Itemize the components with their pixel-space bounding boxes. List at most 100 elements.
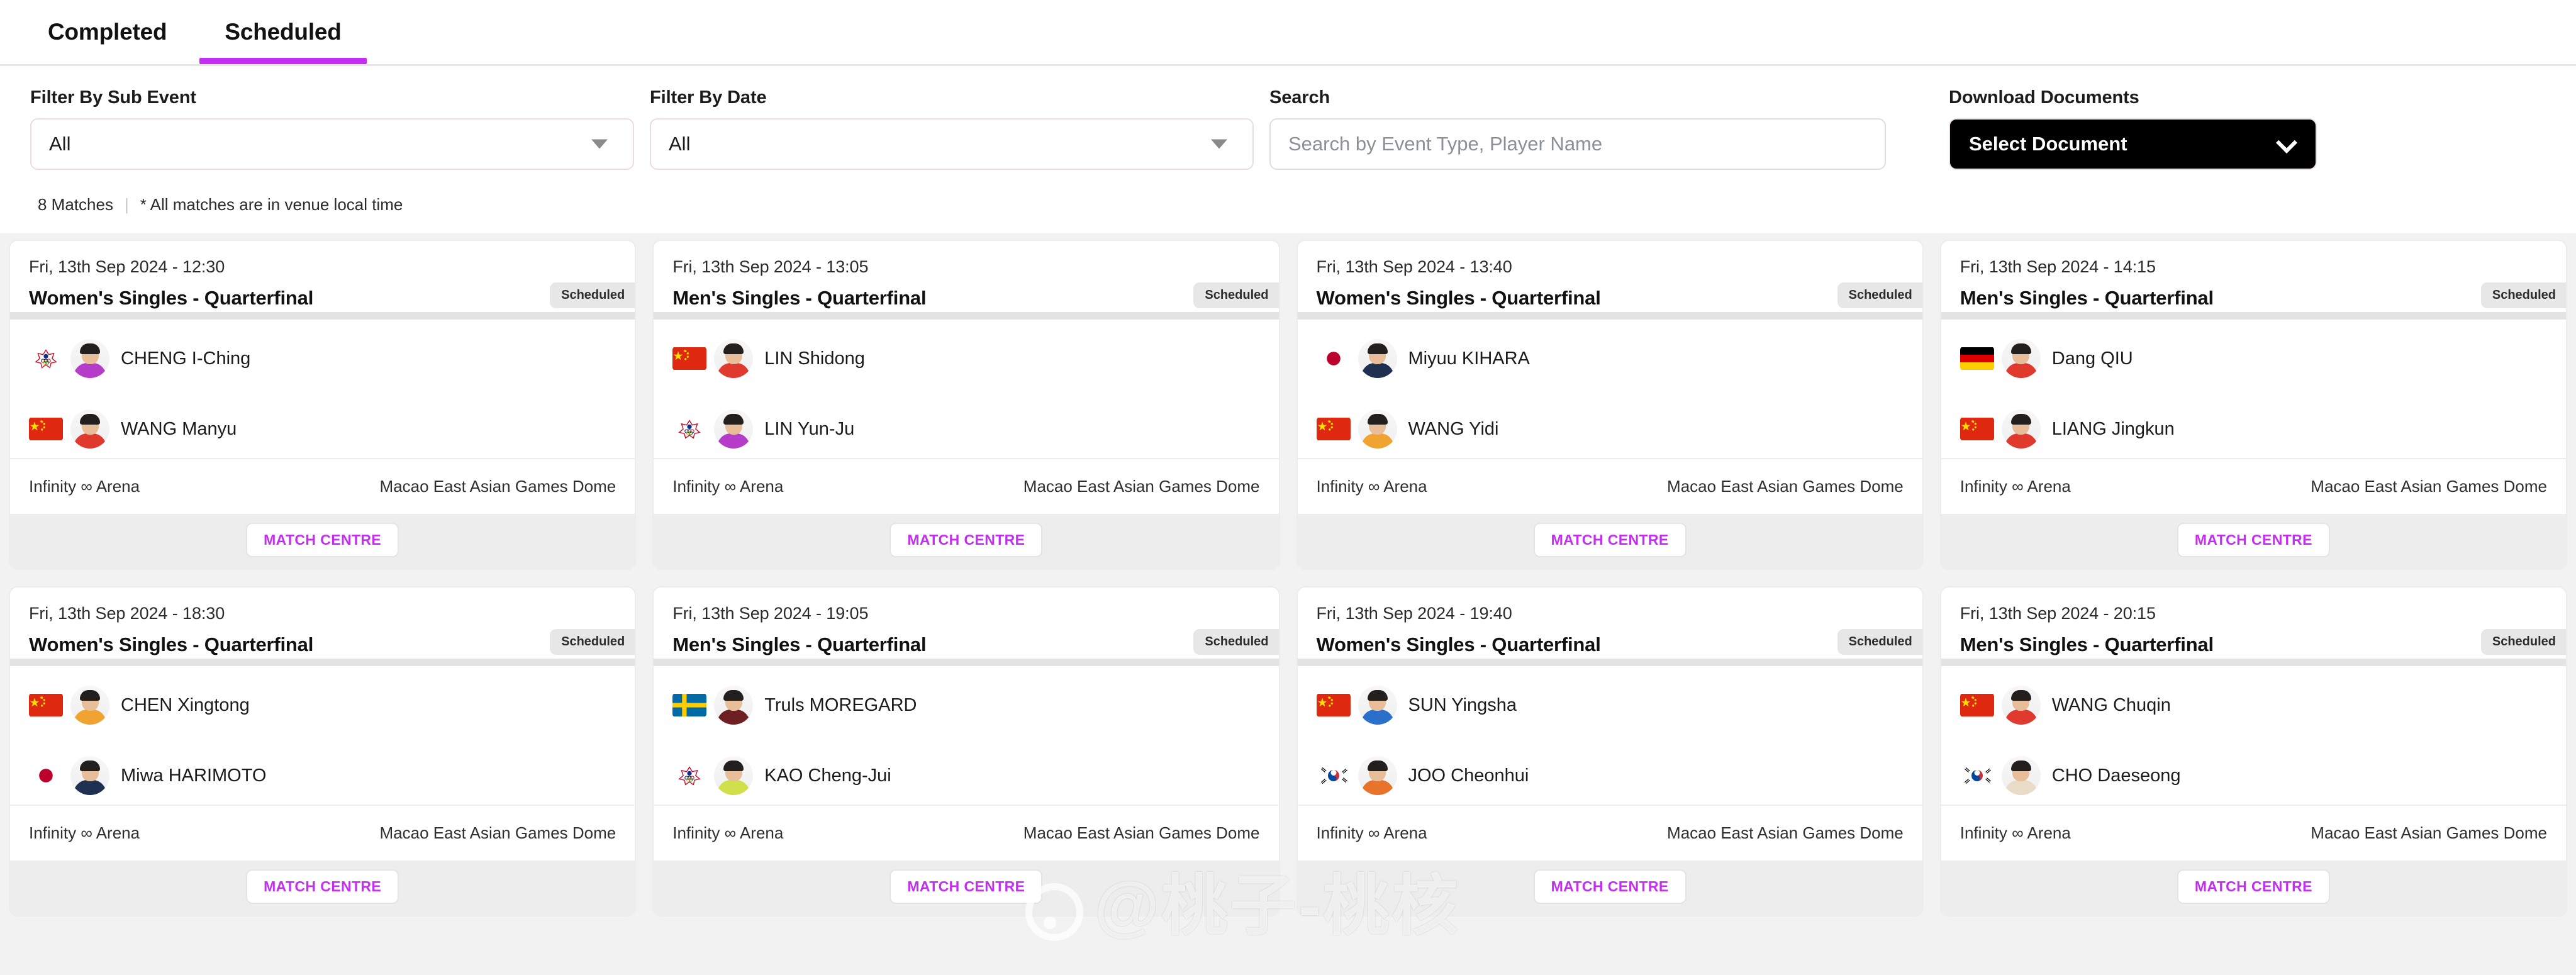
tab-scheduled-underline [199, 58, 367, 64]
match-centre-button[interactable]: MATCH CENTRE [246, 523, 399, 557]
flag-icon [1960, 347, 1994, 370]
court-name: Infinity ∞ Arena [1316, 477, 1427, 496]
player-row: Miwa HARIMOTO [29, 753, 616, 798]
match-centre-button[interactable]: MATCH CENTRE [2177, 869, 2330, 904]
filter-date-value: All [669, 133, 691, 155]
player-name: KAO Cheng-Jui [764, 765, 891, 786]
card-footer: MATCH CENTRE [1941, 861, 2566, 915]
match-centre-button[interactable]: MATCH CENTRE [1533, 523, 1687, 557]
match-card[interactable]: Fri, 13th Sep 2024 - 13:40 Women's Single… [1296, 240, 1924, 570]
match-centre-button[interactable]: MATCH CENTRE [246, 869, 399, 904]
tab-scheduled[interactable]: Scheduled [196, 0, 370, 64]
select-document-button[interactable]: Select Document [1949, 118, 2317, 170]
venue-row: Infinity ∞ Arena Macao East Asian Games D… [10, 806, 635, 861]
players-list: Truls MOREGARD KAO Cheng-Jui [654, 666, 1279, 806]
match-title: Women's Singles - Quarterfinal [1316, 287, 1601, 309]
header-divider-strip [1941, 312, 2566, 320]
player-name: LIN Yun-Ju [764, 418, 855, 439]
match-count: 8 Matches [38, 195, 113, 214]
player-row: SUN Yingsha [1316, 682, 1904, 728]
card-header: Fri, 13th Sep 2024 - 19:05 Men's Singles … [654, 588, 1279, 659]
venue-row: Infinity ∞ Arena Macao East Asian Games D… [1297, 459, 1922, 514]
venue-name: Macao East Asian Games Dome [379, 823, 616, 842]
tab-completed-label: Completed [48, 19, 167, 45]
status-badge: Scheduled [2480, 629, 2566, 655]
header-divider-strip [10, 659, 635, 666]
search-label: Search [1269, 87, 1330, 108]
download-documents-label: Download Documents [1949, 87, 2139, 108]
player-name: CHEN Xingtong [121, 694, 250, 715]
search-input[interactable] [1288, 133, 1867, 155]
download-documents-group: Download Documents Select Document [1949, 87, 2326, 170]
player-avatar [714, 339, 754, 378]
player-avatar [1358, 410, 1397, 448]
match-datetime: Fri, 13th Sep 2024 - 13:05 [672, 257, 869, 276]
meta-divider: | [124, 195, 129, 214]
search-box[interactable] [1269, 118, 1886, 170]
flag-icon [1960, 417, 1994, 441]
match-card[interactable]: Fri, 13th Sep 2024 - 19:05 Men's Singles … [652, 586, 1280, 916]
local-time-note: * All matches are in venue local time [140, 195, 403, 214]
player-name: CHENG I-Ching [121, 348, 251, 369]
player-row: LIN Shidong [672, 336, 1259, 381]
match-card[interactable]: Fri, 13th Sep 2024 - 19:40 Women's Single… [1296, 586, 1924, 916]
player-row: WANG Yidi [1316, 406, 1904, 452]
player-name: Truls MOREGARD [764, 694, 917, 715]
players-list: CHEN Xingtong Miwa HARIMOTO [10, 666, 635, 806]
venue-name: Macao East Asian Games Dome [379, 477, 616, 496]
card-header: Fri, 13th Sep 2024 - 13:05 Men's Singles … [654, 241, 1279, 313]
match-title: Women's Singles - Quarterfinal [29, 633, 314, 655]
card-footer: MATCH CENTRE [1941, 514, 2566, 569]
venue-name: Macao East Asian Games Dome [2311, 477, 2547, 496]
match-centre-button[interactable]: MATCH CENTRE [889, 523, 1043, 557]
filter-date-group: Filter By Date All [650, 87, 1269, 170]
select-document-value: Select Document [1969, 133, 2127, 155]
flag-icon [672, 764, 707, 788]
flag-icon [672, 347, 707, 370]
player-row: Dang QIU [1960, 336, 2547, 381]
status-badge: Scheduled [1837, 629, 1922, 655]
match-card[interactable]: Fri, 13th Sep 2024 - 12:30 Women's Single… [9, 240, 637, 570]
match-count-bar: 8 Matches | * All matches are in venue l… [0, 170, 2576, 233]
chevron-down-icon [1211, 139, 1227, 149]
player-name: WANG Manyu [121, 418, 237, 439]
match-centre-button[interactable]: MATCH CENTRE [889, 869, 1043, 904]
flag-icon [1316, 347, 1351, 370]
match-centre-button[interactable]: MATCH CENTRE [1533, 869, 1687, 904]
venue-name: Macao East Asian Games Dome [2311, 823, 2547, 842]
header-divider-strip [1297, 659, 1922, 666]
venue-name: Macao East Asian Games Dome [1667, 477, 1904, 496]
tab-bar: Completed Scheduled [0, 0, 2576, 66]
card-footer: MATCH CENTRE [1297, 861, 1922, 915]
match-card[interactable]: Fri, 13th Sep 2024 - 18:30 Women's Single… [9, 586, 637, 916]
match-card[interactable]: Fri, 13th Sep 2024 - 20:15 Men's Singles … [1939, 586, 2567, 916]
status-badge: Scheduled [1193, 629, 1279, 655]
player-row: LIANG Jingkun [1960, 406, 2547, 452]
player-avatar [2001, 339, 2041, 378]
match-centre-button[interactable]: MATCH CENTRE [2177, 523, 2330, 557]
status-badge: Scheduled [1837, 282, 1922, 309]
filter-sub-event-select[interactable]: All [30, 118, 634, 170]
card-footer: MATCH CENTRE [10, 861, 635, 915]
players-list: SUN Yingsha JOO Cheonhui [1297, 666, 1922, 806]
card-header: Fri, 13th Sep 2024 - 18:30 Women's Single… [10, 588, 635, 659]
player-name: Miwa HARIMOTO [121, 765, 267, 786]
filter-sub-event-value: All [49, 133, 71, 155]
chevron-down-icon [591, 139, 608, 149]
match-datetime: Fri, 13th Sep 2024 - 14:15 [1960, 257, 2156, 276]
player-row: CHEN Xingtong [29, 682, 616, 728]
player-row: JOO Cheonhui [1316, 753, 1904, 798]
filter-date-label: Filter By Date [650, 87, 767, 108]
court-name: Infinity ∞ Arena [1960, 477, 2071, 496]
match-card[interactable]: Fri, 13th Sep 2024 - 13:05 Men's Singles … [652, 240, 1280, 570]
card-header: Fri, 13th Sep 2024 - 13:40 Women's Single… [1297, 241, 1922, 313]
player-row: CHO Daeseong [1960, 753, 2547, 798]
chevron-down-icon [2276, 132, 2297, 153]
tab-completed[interactable]: Completed [19, 0, 196, 64]
filter-date-select[interactable]: All [650, 118, 1254, 170]
match-title: Men's Singles - Quarterfinal [1960, 633, 2214, 655]
flag-icon [1316, 417, 1351, 441]
player-avatar [714, 756, 754, 795]
player-avatar [2001, 410, 2041, 448]
match-card[interactable]: Fri, 13th Sep 2024 - 14:15 Men's Singles … [1939, 240, 2567, 570]
